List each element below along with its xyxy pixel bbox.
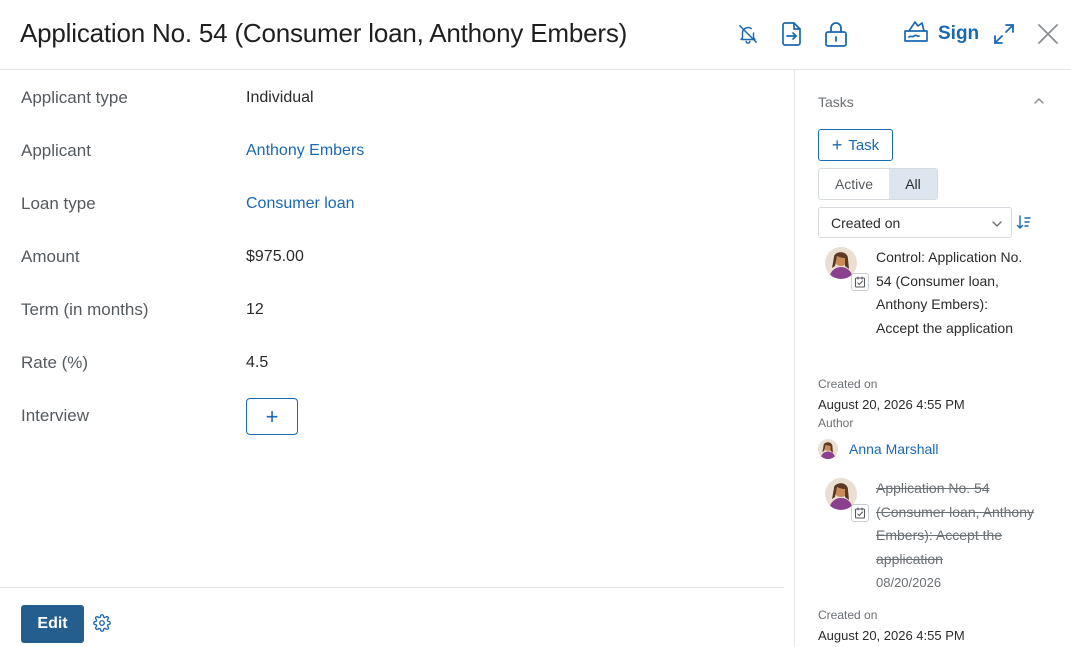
task-title-link[interactable]: Control: Application No. 54 (Consumer lo… xyxy=(876,246,1046,340)
task-item: Control: Application No. 54 (Consumer lo… xyxy=(818,246,1038,346)
field-value: 4.5 xyxy=(246,354,269,371)
sign-icon xyxy=(902,19,930,50)
sign-button[interactable]: Sign xyxy=(902,18,979,50)
task-title-line: (Consumer loan, Anthony xyxy=(876,503,1034,520)
field-label: Rate (%) xyxy=(21,353,89,372)
gear-icon[interactable] xyxy=(93,614,111,637)
task-title-line: Accept the application xyxy=(876,319,1013,336)
field-label: Term (in months) xyxy=(21,300,149,319)
close-icon[interactable] xyxy=(1034,20,1062,48)
task-icon xyxy=(851,504,869,522)
panel-divider xyxy=(794,70,795,647)
field-label: Amount xyxy=(21,247,80,266)
created-on-value: August 20, 2026 4:55 PM xyxy=(818,397,965,412)
filter-active[interactable]: Active xyxy=(819,169,889,199)
sort-select[interactable]: Created on xyxy=(818,207,1012,238)
export-icon[interactable] xyxy=(778,20,806,48)
add-task-button[interactable]: + Task xyxy=(818,129,893,161)
divider xyxy=(0,587,784,588)
add-task-label: Task xyxy=(848,136,880,154)
created-on-value: August 20, 2026 4:55 PM xyxy=(818,628,965,643)
chevron-down-icon xyxy=(991,217,1003,233)
task-title-line: application xyxy=(876,550,943,567)
field-label: Interview xyxy=(21,406,90,425)
author-avatar xyxy=(818,439,838,459)
card-header: Application No. 54 (Consumer loan, Antho… xyxy=(0,0,1071,70)
field-label: Applicant type xyxy=(21,88,128,107)
task-title-link[interactable]: Application No. 54 (Consumer loan, Antho… xyxy=(876,477,1046,571)
field-value: $975.00 xyxy=(246,248,304,265)
field-label: Loan type xyxy=(21,194,96,213)
page-title: Application No. 54 (Consumer loan, Antho… xyxy=(20,18,628,48)
created-on-label: Created on xyxy=(818,608,878,622)
sort-select-value: Created on xyxy=(831,214,901,231)
task-item: Application No. 54 (Consumer loan, Antho… xyxy=(818,477,1038,597)
chevron-up-icon[interactable] xyxy=(1032,94,1046,113)
task-title-line: Control: Application No. xyxy=(876,249,1023,265)
task-title-line: Anthony Embers): xyxy=(876,296,989,312)
task-filter: Active All xyxy=(818,168,938,200)
expand-icon[interactable] xyxy=(990,20,1018,48)
task-icon xyxy=(851,273,869,291)
sort-order-icon[interactable] xyxy=(1016,214,1032,235)
task-title-line: Application No. 54 xyxy=(876,480,990,496)
bell-off-icon[interactable] xyxy=(734,20,762,48)
edit-button[interactable]: Edit xyxy=(21,605,84,643)
loan-type-link[interactable]: Consumer loan xyxy=(246,195,355,213)
lock-icon[interactable] xyxy=(822,20,850,48)
field-label: Applicant xyxy=(21,141,91,160)
task-title-line: Embers): Accept the xyxy=(876,527,1003,543)
created-on-label: Created on xyxy=(818,377,878,391)
field-value: 12 xyxy=(246,301,264,318)
filter-all[interactable]: All xyxy=(889,169,937,199)
add-interview-button[interactable]: + xyxy=(246,398,298,435)
author-link[interactable]: Anna Marshall xyxy=(849,441,939,457)
applicant-link[interactable]: Anthony Embers xyxy=(246,142,364,160)
task-date: 08/20/2026 xyxy=(876,575,942,590)
task-title-line: 54 (Consumer loan, xyxy=(876,272,999,289)
tasks-title: Tasks xyxy=(818,94,854,110)
sign-label: Sign xyxy=(938,23,980,44)
field-value: Individual xyxy=(246,89,314,106)
plus-icon: + xyxy=(831,135,843,155)
author-label: Author xyxy=(818,416,854,430)
